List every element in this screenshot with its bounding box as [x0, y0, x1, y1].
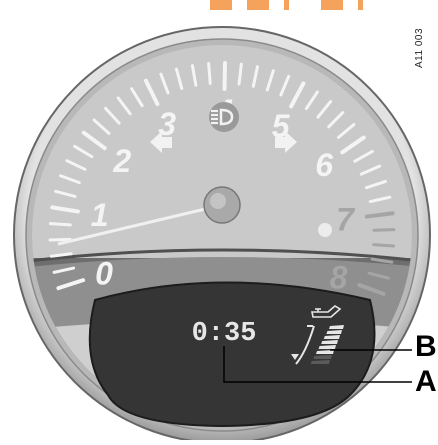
callout-label-b: B — [415, 332, 437, 362]
dial-numeral-0: 0 — [95, 255, 113, 291]
minor-tick — [374, 245, 394, 246]
display-time: 0:35 — [192, 319, 257, 349]
highlight-mark — [321, 0, 343, 10]
figure-id: A11 003 — [414, 8, 434, 68]
dial-numeral-8: 8 — [330, 259, 348, 295]
highlight-mark — [247, 0, 269, 10]
tachometer-gauge: 012345678 0:35 — [0, 0, 438, 440]
needle-hub-highlight — [210, 193, 226, 209]
callout-label-a: A — [415, 367, 437, 397]
tachometer-figure: 012345678 0:35 — [0, 0, 438, 440]
minor-tick — [209, 64, 211, 84]
highlight-mark — [284, 0, 289, 10]
dial-numeral-6: 6 — [315, 147, 333, 183]
indicator-dot — [318, 223, 332, 237]
display-window — [90, 283, 375, 427]
dial-numeral-7: 7 — [336, 201, 356, 237]
top-highlight-marks — [210, 0, 363, 10]
highlight-mark — [210, 0, 232, 10]
minor-tick — [50, 239, 70, 240]
dial-numeral-2: 2 — [112, 143, 131, 179]
minor-tick — [374, 230, 394, 231]
highlight-mark — [358, 0, 363, 10]
headlight-icon — [209, 102, 239, 132]
dial-numeral-1: 1 — [91, 197, 109, 233]
minor-tick — [50, 224, 70, 225]
